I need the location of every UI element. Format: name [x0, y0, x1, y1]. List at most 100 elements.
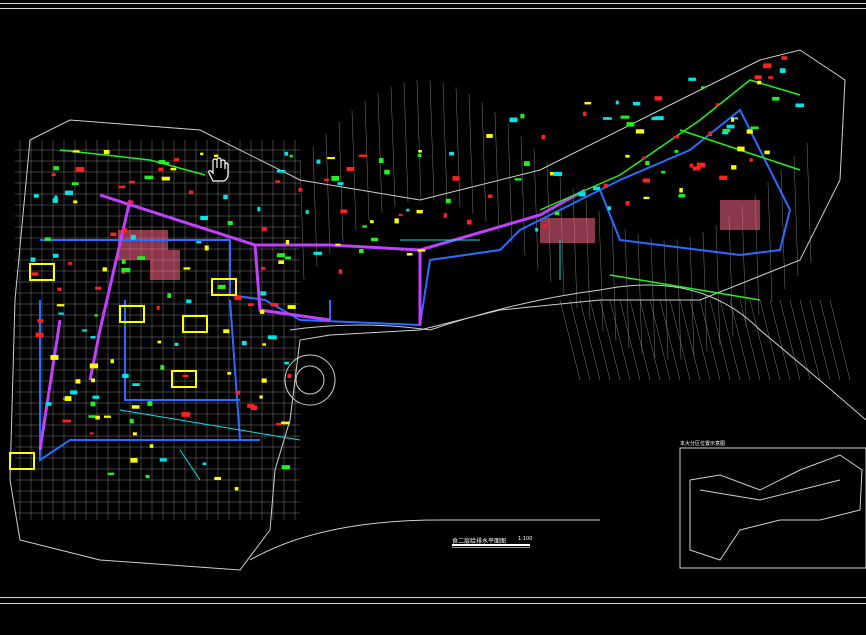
grid-line	[669, 299, 691, 381]
pipe-tag	[672, 136, 680, 139]
pipe-tag	[92, 395, 100, 399]
grid-line	[639, 299, 661, 381]
pipe-tag	[726, 124, 735, 129]
grid-line	[619, 299, 641, 381]
pipe-tag	[57, 287, 62, 291]
pipe-tag	[110, 232, 117, 237]
pipe-tag	[122, 228, 128, 233]
pipe-tag	[95, 286, 102, 290]
pipe-tag	[643, 196, 650, 200]
pipe-tag	[118, 185, 126, 189]
pipe-tag	[94, 314, 98, 317]
grid-line	[650, 238, 656, 359]
pipe-tag	[223, 329, 230, 334]
grid-line	[809, 299, 831, 381]
pipe-tag	[603, 117, 612, 120]
pipe-tag	[37, 318, 44, 323]
pipe-tag	[418, 150, 422, 153]
pipe-tag	[635, 129, 645, 134]
building-outline	[9, 49, 866, 571]
grid-line	[338, 121, 344, 242]
grid-line	[829, 299, 851, 381]
pipe-tag	[88, 415, 96, 418]
grid-line	[799, 299, 821, 381]
pipe-tag	[284, 361, 289, 365]
pipe-tag	[72, 150, 80, 153]
pipe-tag	[734, 117, 738, 120]
pipe-tag	[44, 237, 51, 241]
pipe-tag	[287, 305, 296, 309]
pipe-tag	[370, 237, 378, 242]
pipe-tag	[398, 213, 403, 216]
grid-line	[624, 228, 630, 349]
grid-line	[689, 299, 711, 381]
pipe-tag	[54, 195, 58, 200]
pipe-tag	[603, 183, 608, 188]
drawing-title-block: 食二层给排水平面图 1:100	[452, 536, 602, 566]
pipe-tag	[289, 154, 293, 158]
pipe-tag	[257, 206, 261, 212]
pipe-tag	[130, 458, 138, 463]
pipe-tag	[275, 422, 282, 426]
grid-line	[579, 299, 601, 381]
pipe-tag	[214, 476, 221, 480]
pipe-tag	[31, 272, 39, 276]
pipe-tag	[626, 122, 635, 127]
pipe-tag	[64, 190, 73, 196]
pipe-tag	[132, 432, 137, 436]
pipe-tag	[696, 162, 706, 168]
pipe-tag	[384, 169, 390, 175]
grid-line	[793, 155, 799, 276]
pipe-tag	[158, 159, 166, 165]
grid-line	[769, 299, 791, 381]
pipe-tag	[110, 359, 114, 364]
pipe-tag	[509, 117, 518, 123]
pipe-tag	[234, 487, 239, 491]
grid-line	[559, 299, 581, 381]
pipe-tag	[70, 390, 78, 395]
grid-line	[299, 159, 305, 281]
pipe-tag	[338, 269, 343, 274]
grid-line	[789, 299, 811, 381]
pipe-tag	[56, 304, 65, 307]
pipe-tag	[583, 111, 587, 117]
pipe-tag	[137, 256, 146, 260]
pipe-tag	[406, 208, 410, 212]
pipe-tag	[305, 210, 309, 214]
pipe-tag	[553, 171, 563, 177]
pipe-tag	[262, 343, 266, 346]
pipe-tag	[276, 253, 286, 258]
pipe-tag	[278, 260, 284, 264]
pipe-tag	[75, 167, 85, 172]
pipe-tag	[144, 175, 154, 180]
grid-lines	[15, 80, 851, 520]
pipe-tags	[30, 56, 805, 491]
grid-line	[589, 299, 611, 381]
grid-line	[637, 234, 643, 355]
pipe-tag	[234, 295, 242, 301]
grid-line	[611, 220, 617, 341]
pipe-tag	[592, 186, 600, 191]
pipe-tag	[128, 200, 134, 204]
title-underline	[452, 544, 530, 546]
grid-line	[494, 112, 500, 233]
pipe-tag	[678, 194, 686, 198]
pipe-tag	[68, 261, 72, 265]
pipe-tag	[346, 167, 355, 172]
pipe-tag	[131, 405, 140, 409]
pipe-tag	[486, 134, 493, 138]
pipe-tag	[661, 170, 666, 174]
cad-drawing-canvas[interactable]	[0, 0, 866, 635]
grid-line	[759, 299, 781, 381]
pipe-tag	[276, 169, 286, 173]
pipe-tag	[147, 401, 153, 407]
pipe-tag	[520, 113, 525, 119]
pipe-tag	[122, 373, 129, 379]
pipe-tag	[754, 75, 762, 80]
pipe-tag	[235, 390, 241, 395]
pipe-tag	[625, 201, 630, 206]
pipe-tag	[62, 419, 71, 423]
pipe-tag	[467, 219, 472, 225]
grid-line	[429, 80, 435, 201]
pipe-tag	[772, 96, 780, 101]
